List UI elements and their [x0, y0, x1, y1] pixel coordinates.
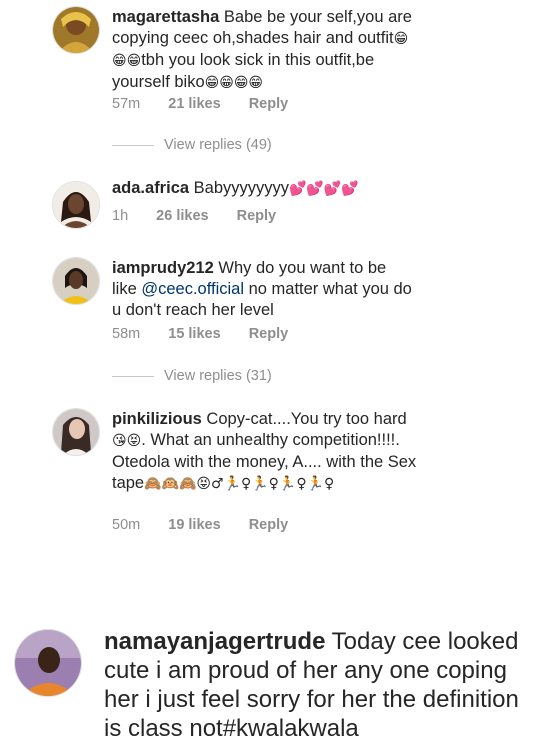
comment-text: magarettasha Babe be your self,you are c… [112, 7, 417, 94]
comment-meta: 50m 19 likes Reply [112, 517, 288, 533]
mention-link[interactable]: @ceec.official [141, 280, 244, 298]
view-replies-button[interactable]: View replies (31) [112, 368, 272, 384]
comment-username[interactable]: namayanjagertrude [104, 628, 325, 655]
avatar-woman-light-icon [53, 409, 99, 455]
avatar-woman-gold-icon [53, 7, 99, 53]
comment-meta: 57m 21 likes Reply [112, 96, 288, 112]
comment-iamprudy212: iamprudy212 Why do you want to be like @… [0, 250, 548, 390]
likes-count[interactable]: 21 likes [168, 96, 220, 112]
likes-count[interactable]: 26 likes [156, 208, 208, 224]
comment-timestamp: 57m [112, 96, 141, 112]
two-hearts-emoji-icons: 💕💕💕💕 [289, 181, 359, 197]
comment-magarettasha: magarettasha Babe be your self,you are c… [0, 0, 548, 160]
reply-button[interactable]: Reply [249, 326, 289, 342]
kissing-emoji-icons: 😘😝 [112, 433, 142, 449]
comment-timestamp: 58m [112, 326, 141, 342]
avatar[interactable] [52, 181, 100, 229]
divider [112, 144, 154, 146]
comment-meta: 58m 15 likes Reply [112, 326, 288, 342]
comment-username[interactable]: pinkilizious [112, 410, 202, 428]
avatar[interactable] [52, 408, 100, 456]
reply-button[interactable]: Reply [249, 96, 289, 112]
monkey-and-running-emoji-icons: 🙈🙉🙈😝♂🏃♀🏃♀🏃♀🏃♀ [144, 476, 335, 492]
avatar-woman-yellow-icon [53, 258, 99, 304]
divider [112, 375, 154, 377]
comment-text: iamprudy212 Why do you want to be like @… [112, 258, 412, 321]
reply-button[interactable]: Reply [249, 517, 289, 533]
comment-timestamp: 50m [112, 517, 141, 533]
comment-username[interactable]: magarettasha [112, 8, 219, 26]
comment-text: pinkilizious Copy-cat....You try too har… [112, 409, 417, 495]
likes-count[interactable]: 15 likes [168, 326, 220, 342]
comment-username[interactable]: iamprudy212 [112, 259, 214, 277]
comment-namayanjagertrude: namayanjagertrude Today cee looked cute … [0, 615, 548, 752]
avatar[interactable] [52, 6, 100, 54]
comment-timestamp: 1h [112, 208, 129, 224]
comment-text: ada.africa Babyyyyyyyy💕💕💕💕 [112, 178, 492, 200]
comment-text: namayanjagertrude Today cee looked cute … [104, 627, 534, 743]
avatar[interactable] [14, 629, 82, 697]
avatar-woman-dark-icon [53, 182, 99, 228]
likes-count[interactable]: 19 likes [168, 517, 220, 533]
comment-ada-africa: ada.africa Babyyyyyyyy💕💕💕💕 1h 26 likes R… [0, 170, 548, 230]
avatar-woman-purple-icon [15, 630, 81, 696]
comment-meta: 1h 26 likes Reply [112, 208, 276, 224]
view-replies-button[interactable]: View replies (49) [112, 137, 272, 153]
laughing-emoji-icons: 😁😁😁😁 [204, 75, 264, 91]
avatar[interactable] [52, 257, 100, 305]
comment-body: Copy-cat....You try too hard [201, 410, 407, 428]
view-replies-label[interactable]: View replies (31) [164, 368, 272, 384]
reply-button[interactable]: Reply [237, 208, 277, 224]
comment-username[interactable]: ada.africa [112, 179, 189, 197]
view-replies-label[interactable]: View replies (49) [164, 137, 272, 153]
comment-body: Babyyyyyyyy [189, 179, 289, 197]
comment-pinkilizious: pinkilizious Copy-cat....You try too har… [0, 400, 548, 540]
